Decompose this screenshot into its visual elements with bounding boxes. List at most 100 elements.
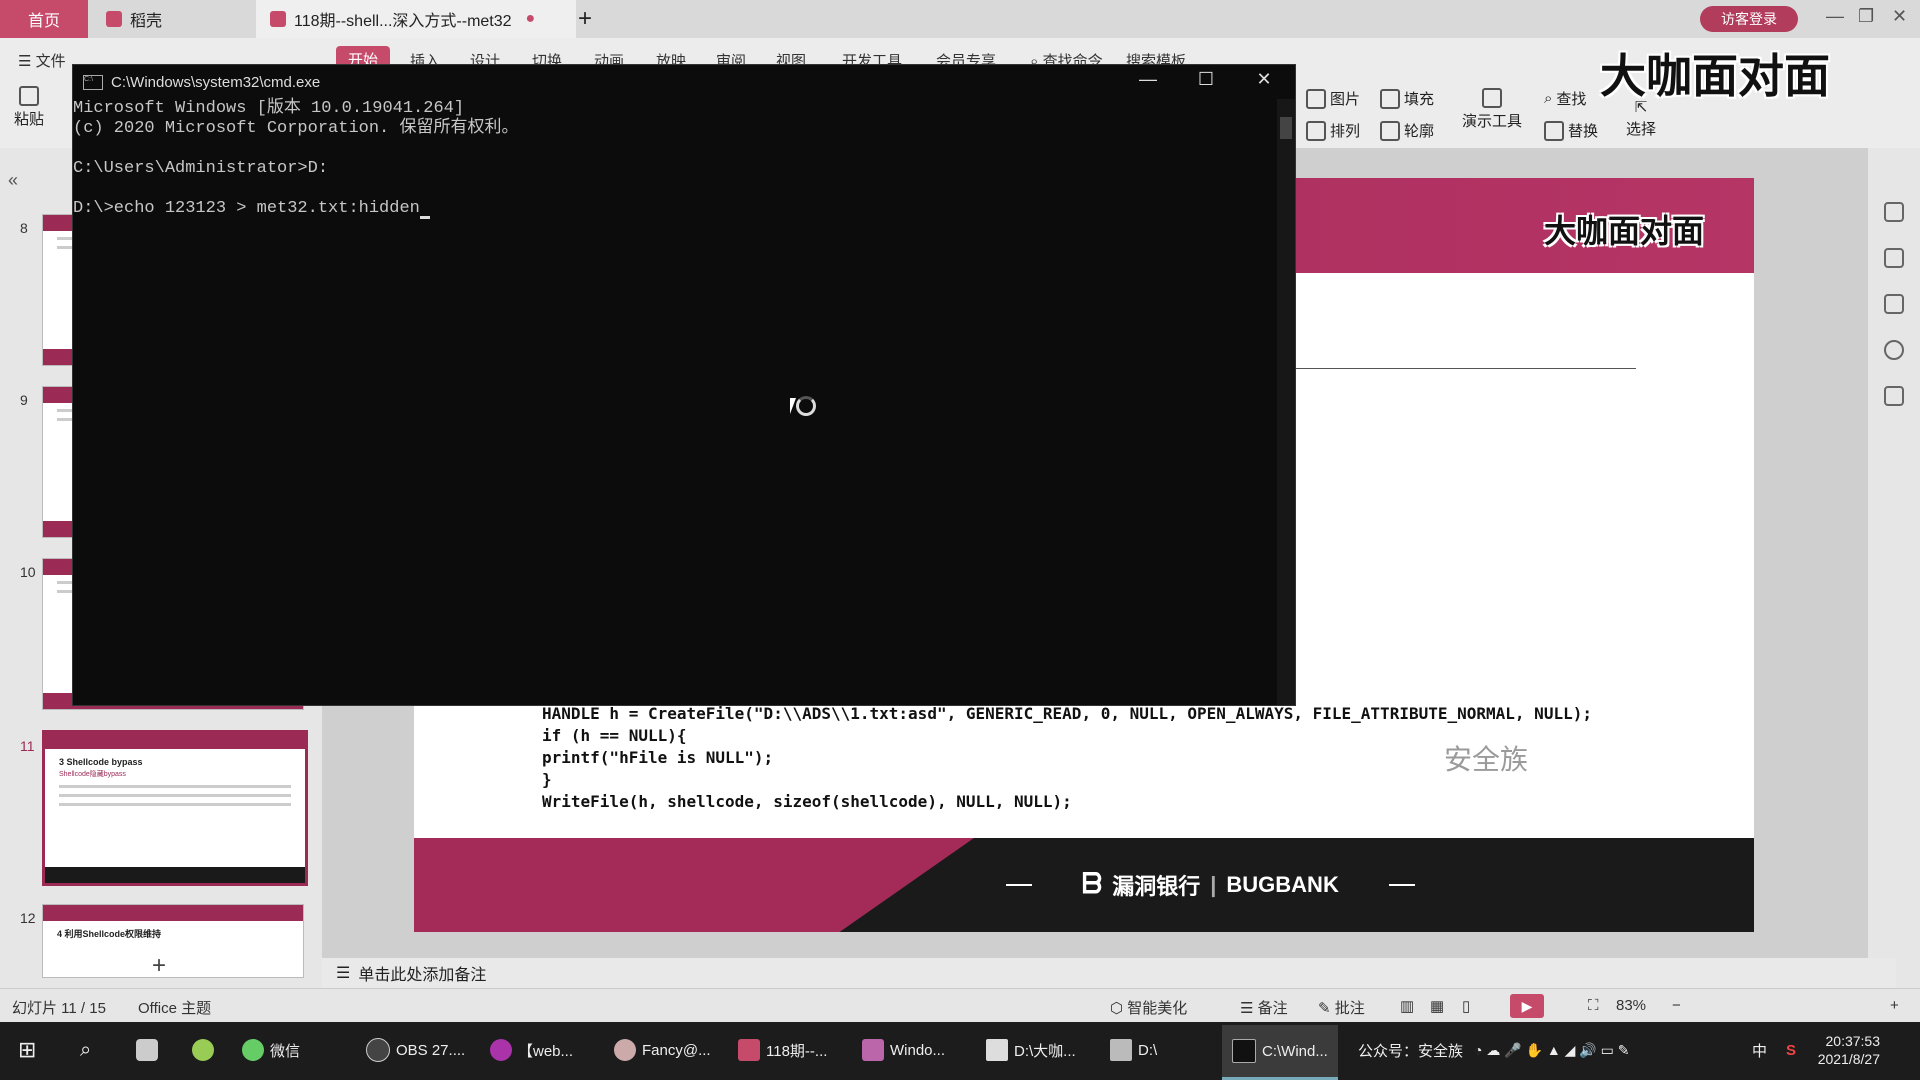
tab-daoke[interactable]: 稻壳 [92,0,266,38]
clock[interactable]: 20:37:53 2021/8/27 [1818,1032,1880,1068]
browser-icon[interactable] [192,1036,214,1064]
footer-dash [1006,883,1032,886]
footer-separator: | [1210,871,1217,897]
zoom-level[interactable]: 83% [1616,997,1646,1014]
collapse-panel-icon[interactable]: « [8,170,18,191]
arrange-label: 排列 [1330,123,1361,140]
fill-label: 填充 [1404,91,1435,108]
search-icon[interactable]: ⌕ [80,1036,91,1064]
help-icon[interactable] [1884,340,1904,360]
paste-button[interactable]: 粘贴 [14,86,44,129]
cmd-console[interactable]: Microsoft Windows [版本 10.0.19041.264] (c)… [73,99,1273,699]
taskbar-item-web[interactable]: 【web... [490,1036,573,1064]
windows-start-icon[interactable]: ⊞ [18,1036,36,1064]
beautify-label: 智能美化 [1127,1000,1188,1017]
zoom-in-icon[interactable]: + [1890,997,1899,1014]
tab-document[interactable]: 118期--shell...深入方式--met32 ● [256,0,576,38]
thumb-number: 12 [20,910,36,926]
new-tab-label: + [577,5,592,32]
footer-accent-shape [414,838,974,932]
comment-button[interactable]: ✎ 批注 [1318,997,1365,1018]
slide-position: 幻灯片 11 / 15 [12,1000,106,1017]
cmd-minimize-icon[interactable]: — [1133,69,1163,93]
slide-thumbnail-11[interactable]: 3 Shellcode bypass Shellcode隐藏bypass [42,730,308,886]
tab-home[interactable]: 首页 [0,0,88,38]
arrange-button[interactable]: 排列 [1306,120,1360,141]
tab-bar: 首页 稻壳 118期--shell...深入方式--met32 ● + 访客登录 … [0,0,1920,38]
notes-button[interactable]: ☰ 备注 [1240,997,1288,1018]
play-slideshow-button[interactable]: ▶ [1510,994,1544,1018]
cmd-icon: C:\ [83,74,103,90]
login-label: 访客登录 [1721,11,1777,27]
presentation-icon [738,1039,760,1061]
notes-icon: ☰ [336,965,351,982]
zoom-out-icon[interactable]: − [1672,997,1681,1014]
brand-stamp-overlay: 大咖面对面 [1600,49,1830,103]
properties-icon[interactable] [1884,202,1904,222]
cmd-scrollbar[interactable] [1277,99,1295,705]
search-icon: ⌕ [1544,90,1553,107]
footer-brand-en: BUGBANK [1226,871,1339,897]
replace-icon [1544,120,1564,141]
taskbar-item-folder-dakai[interactable]: D:\大咖... [986,1036,1076,1064]
reading-view-icon[interactable]: ▯ [1462,997,1470,1015]
close-icon[interactable]: ✕ [1892,6,1907,27]
file-menu[interactable]: ☰ 文件 [18,50,66,71]
ime-indicator[interactable]: 中 [1752,1036,1767,1064]
tray-icons[interactable]: ◔ ☁ 🎤 ✋ ▲ ◢ 🔊 ▭ ✎ [1474,1036,1629,1064]
find-button[interactable]: ⌕ 查找 [1544,88,1586,109]
sogou-ime-icon[interactable]: S [1786,1036,1796,1064]
cmd-title: C:\Windows\system32\cmd.exe [111,73,321,91]
theme-name[interactable]: Office 主题 [138,997,211,1018]
taskbar-label: D:\ [1138,1041,1158,1059]
cmd-maximize-icon[interactable]: ☐ [1191,69,1221,93]
tray-wechat-account: 公众号：安全族 [1358,1042,1464,1060]
picture-icon [1306,88,1326,109]
taskbar-app-icon[interactable] [136,1036,158,1064]
outline-icon [1380,120,1400,141]
arrange-icon [1306,120,1326,141]
console-prompt-line: D:\>echo 123123 > met32.txt:hidden [73,199,1273,219]
taskbar-item-fancy[interactable]: Fancy@... [614,1036,711,1064]
fit-window-icon[interactable]: ⛶ [1588,997,1599,1014]
cmd-titlebar[interactable]: C:\ C:\Windows\system32\cmd.exe [73,65,1295,99]
code-line: if (h == NULL){ [542,726,687,745]
presentation-icon [270,11,286,27]
scrollbar-thumb[interactable] [1280,117,1292,139]
login-button[interactable]: 访客登录 [1700,6,1798,32]
thumb-number: 10 [20,564,36,580]
status-bar: 幻灯片 11 / 15 Office 主题 ⬡ 智能美化 ☰ 备注 ✎ 批注 ▥… [0,988,1920,1023]
taskbar-item-wechat[interactable]: 微信 [242,1036,300,1064]
notes-bar[interactable]: ☰ 单击此处添加备注 [322,958,1896,988]
outline-button[interactable]: 轮廓 [1380,120,1434,141]
backup-icon[interactable] [1884,386,1904,406]
beautify-button[interactable]: ⬡ 智能美化 [1110,997,1187,1018]
paste-label: 粘贴 [14,111,45,128]
star-icon[interactable] [1884,248,1904,268]
taskbar-item-presentation[interactable]: 118期--... [738,1036,827,1064]
presenter-tools-button[interactable]: 演示工具 [1462,88,1522,131]
paste-icon [19,86,39,106]
new-tab-button[interactable]: + [570,0,600,38]
fill-button[interactable]: 填充 [1380,88,1434,109]
minimize-icon[interactable]: — [1826,6,1844,27]
cmd-close-icon[interactable]: ✕ [1249,69,1279,93]
add-slide-button[interactable]: + [152,952,166,980]
taskbar-item-windows[interactable]: Windo... [862,1036,945,1064]
fill-icon [1380,88,1400,109]
transition-icon[interactable] [1884,294,1904,314]
cmd-window[interactable]: C:\ C:\Windows\system32\cmd.exe — ☐ ✕ Mi… [72,64,1296,706]
slide-thumbnail-12[interactable]: 4 利用Shellcode权限维持 [42,904,304,978]
tab-daoke-label: 稻壳 [130,13,163,30]
replace-button[interactable]: 替换 [1544,120,1598,141]
maximize-icon[interactable]: ❐ [1858,6,1874,27]
taskbar-item-cmd[interactable]: C:\Wind... [1222,1025,1338,1080]
busy-spinner-icon [796,396,816,416]
normal-view-icon[interactable]: ▥ [1400,997,1414,1015]
picture-button[interactable]: 图片 [1306,88,1360,109]
taskbar-item-drive-d[interactable]: D:\ [1110,1036,1157,1064]
clock-date: 2021/8/27 [1817,1051,1880,1067]
taskbar-item-obs[interactable]: OBS 27.... [366,1036,465,1064]
grid-view-icon[interactable]: ▦ [1430,997,1444,1015]
